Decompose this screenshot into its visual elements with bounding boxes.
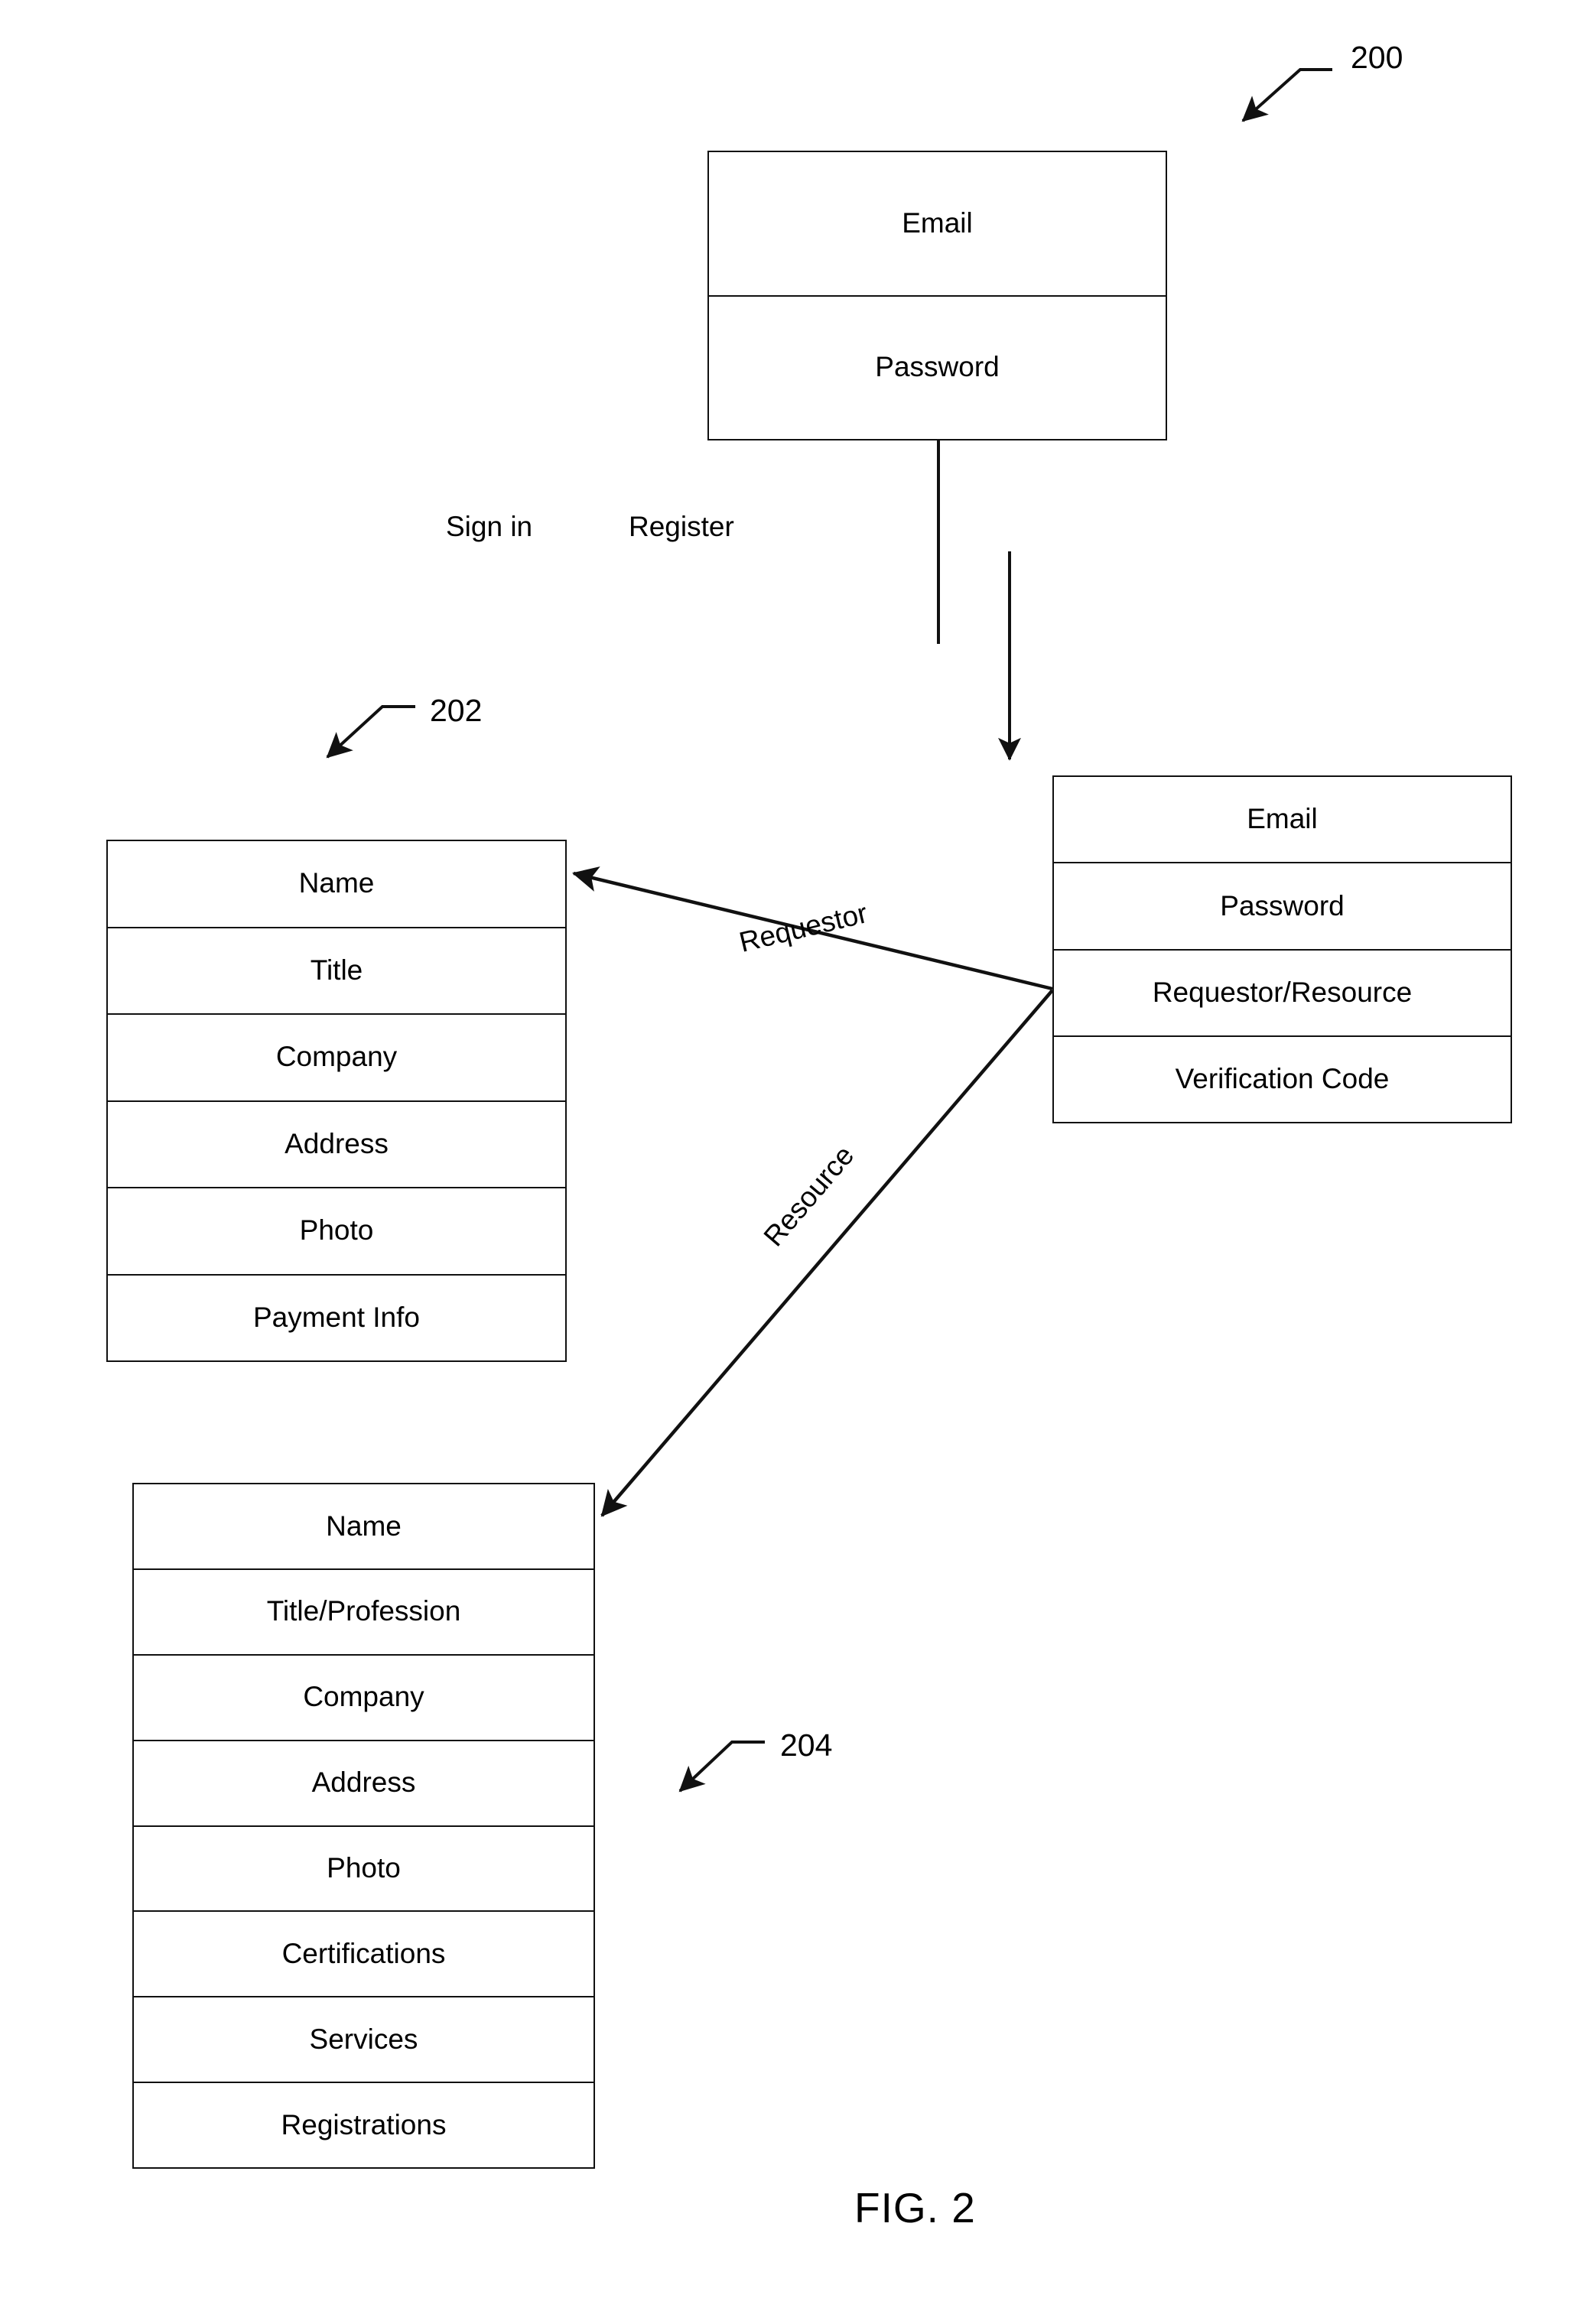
registration-record-table: Email Password Requestor/Resource Verifi… xyxy=(1052,775,1512,1123)
table-row: Email xyxy=(1054,777,1511,864)
figure-caption: FIG. 2 xyxy=(854,2184,976,2231)
table-row: Title xyxy=(108,928,565,1015)
row-label: Verification Code xyxy=(1175,1063,1390,1095)
figure-canvas: Email Password Email Password Requestor/… xyxy=(0,0,1574,2324)
table-row: Photo xyxy=(108,1188,565,1276)
row-label: Certifications xyxy=(281,1937,446,1969)
row-label: Email xyxy=(1247,803,1318,835)
sign-in-credentials-table: Email Password xyxy=(707,151,1167,440)
table-row: Photo xyxy=(134,1827,594,1913)
table-row: Registrations xyxy=(134,2083,594,2167)
row-label: Photo xyxy=(327,1852,401,1884)
sign-in-edge-label: Sign in xyxy=(446,511,533,542)
table-row: Name xyxy=(134,1484,594,1570)
table-row: Requestor/Resource xyxy=(1054,951,1511,1037)
row-label: Registrations xyxy=(281,2108,447,2140)
reference-numeral-204: 204 xyxy=(780,1728,833,1763)
leader-line-200 xyxy=(1241,68,1332,122)
row-label: Password xyxy=(875,351,1000,383)
table-row: Address xyxy=(134,1741,594,1827)
row-label: Name xyxy=(326,1510,402,1542)
row-label: Title xyxy=(310,954,363,986)
reference-numeral-200: 200 xyxy=(1351,40,1403,75)
row-label: Company xyxy=(275,1041,398,1073)
table-row: Password xyxy=(709,297,1166,440)
resource-profile-table: Name Title/Profession Company Address Ph… xyxy=(132,1483,595,2169)
leader-line-202 xyxy=(326,705,415,759)
leader-line-204 xyxy=(678,1741,765,1793)
resource-connector xyxy=(600,989,1054,1517)
row-label: Password xyxy=(1220,889,1345,921)
row-label: Photo xyxy=(299,1214,374,1247)
row-label: Payment Info xyxy=(252,1301,420,1333)
row-label: Title/Profession xyxy=(266,1595,461,1627)
table-row: Name xyxy=(108,841,565,928)
reference-numeral-202: 202 xyxy=(430,693,483,728)
row-label: Name xyxy=(298,867,375,899)
table-row: Company xyxy=(134,1656,594,1741)
table-row: Password xyxy=(1054,863,1511,951)
row-label: Email xyxy=(902,206,973,239)
row-label: Address xyxy=(311,1767,416,1799)
table-row: Verification Code xyxy=(1054,1037,1511,1122)
row-label: Company xyxy=(303,1681,424,1713)
table-row: Address xyxy=(108,1102,565,1188)
table-row: Services xyxy=(134,1997,594,2084)
table-row: Payment Info xyxy=(108,1276,565,1361)
table-row: Certifications xyxy=(134,1912,594,1998)
requestor-profile-table: Name Title Company Address Photo Payment… xyxy=(106,840,567,1362)
register-edge-label: Register xyxy=(629,511,734,542)
table-row: Company xyxy=(108,1015,565,1102)
row-label: Services xyxy=(309,2023,418,2055)
table-row: Title/Profession xyxy=(134,1570,594,1656)
row-label: Requestor/Resource xyxy=(1152,976,1413,1008)
row-label: Address xyxy=(285,1127,389,1159)
table-row: Email xyxy=(709,152,1166,297)
